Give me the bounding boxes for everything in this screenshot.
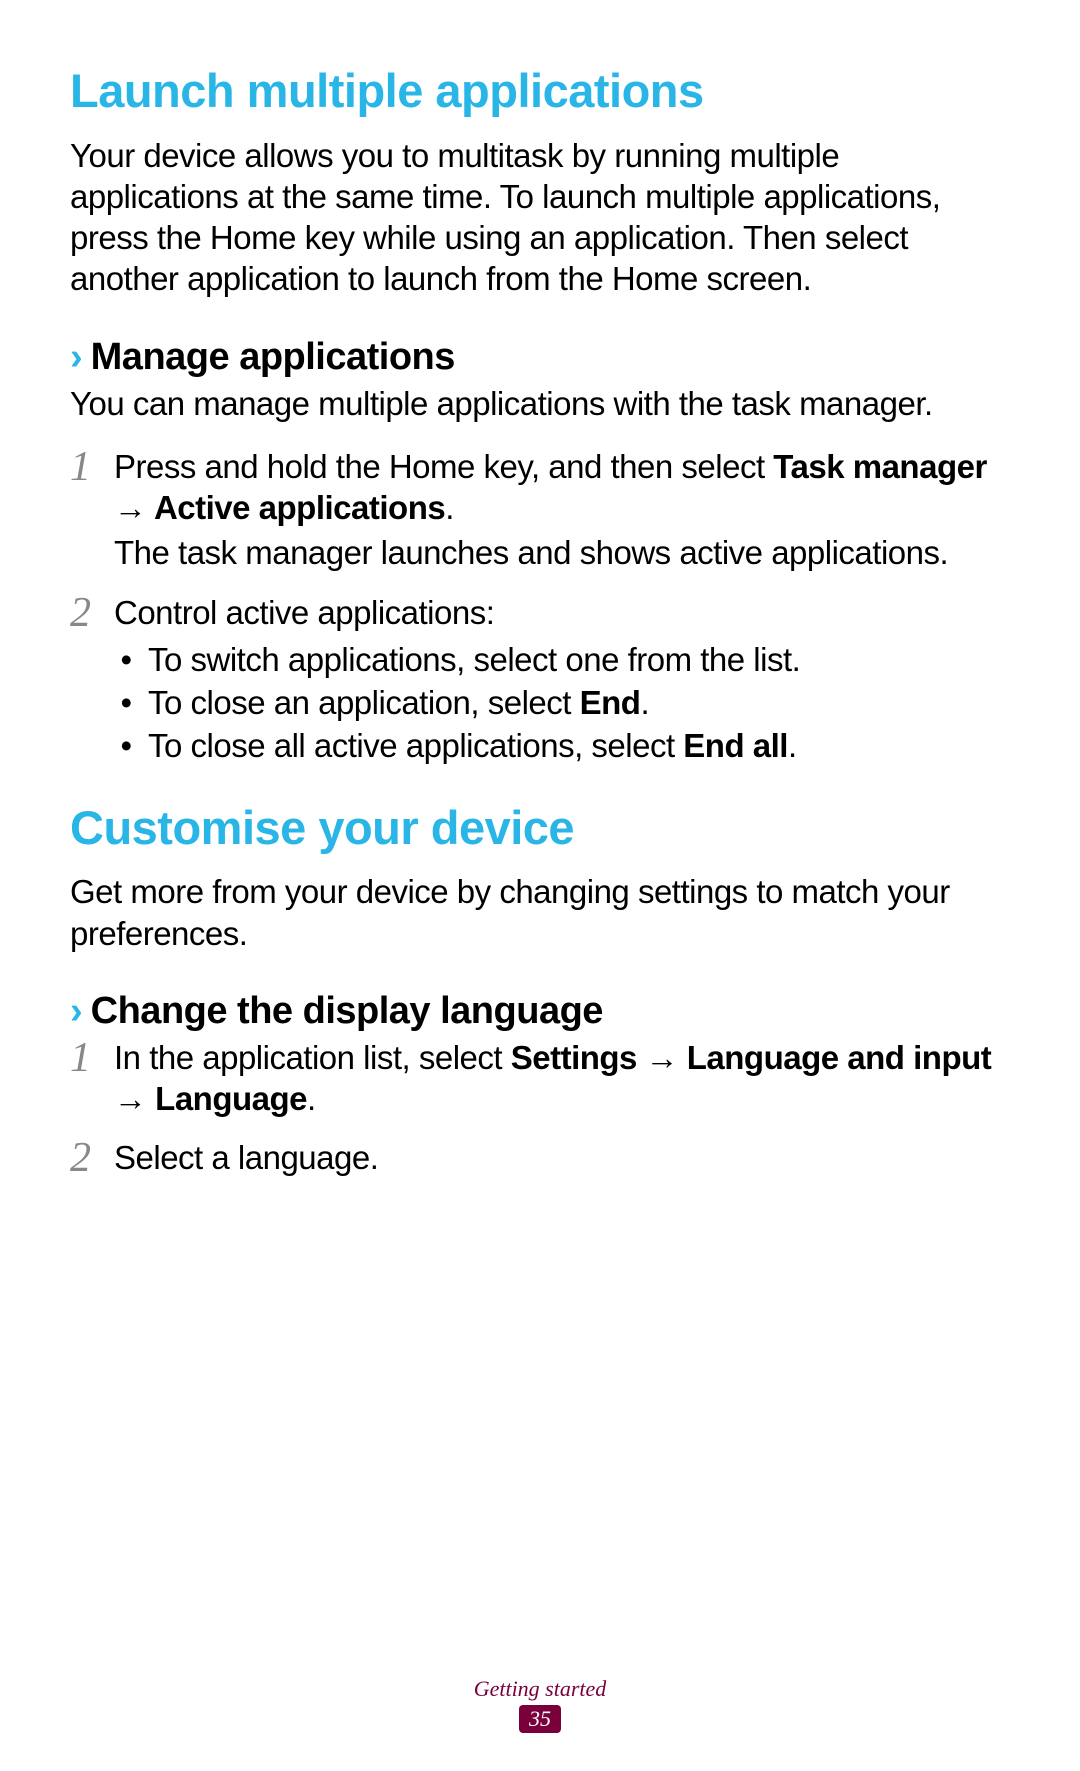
bullet-item: • To close all active applications, sele… <box>114 725 1010 768</box>
step-2: 2 Select a language. <box>70 1137 1010 1179</box>
step-body: Press and hold the Home key, and then se… <box>114 446 1010 574</box>
period: . <box>445 489 454 526</box>
step-number: 2 <box>70 592 100 768</box>
page-number-badge: 35 <box>519 1705 561 1733</box>
heading-customise-device: Customise your device <box>70 802 1010 854</box>
subheading-title: Change the display language <box>91 990 603 1033</box>
heading-launch-multiple: Launch multiple applications <box>70 65 1010 117</box>
step-body: Select a language. <box>114 1137 1010 1179</box>
step-body: Control active applications: • To switch… <box>114 592 1010 768</box>
step-text: Press and hold the Home key, and then se… <box>114 448 773 485</box>
arrow-icon: → <box>114 1080 155 1117</box>
bold-end: End <box>580 684 641 721</box>
bullet-text: To close an application, select End. <box>148 682 649 725</box>
intro-launch-multiple: Your device allows you to multitask by r… <box>70 135 1010 300</box>
subheading-manage-apps: › Manage applications <box>70 336 1010 379</box>
arrow-icon: → <box>637 1039 687 1076</box>
period: . <box>307 1080 316 1117</box>
bullet-text: To close all active applications, select… <box>148 725 797 768</box>
chevron-right-icon: › <box>70 338 83 376</box>
subheading-title: Manage applications <box>91 336 455 379</box>
bold-active-applications: Active applications <box>154 489 445 526</box>
bullet-text: To switch applications, select one from … <box>148 639 800 682</box>
bullet-item: • To close an application, select End. <box>114 682 1010 725</box>
step-2: 2 Control active applications: • To swit… <box>70 592 1010 768</box>
intro-customise-device: Get more from your device by changing se… <box>70 871 1010 954</box>
bold-language-and-input: Language and input <box>687 1039 991 1076</box>
bullet-icon: • <box>114 725 138 768</box>
step-text: Select a language. <box>114 1139 378 1176</box>
step-follow-text: The task manager launches and shows acti… <box>114 532 1010 573</box>
footer-section-label: Getting started <box>0 1676 1080 1702</box>
sub-intro-manage-apps: You can manage multiple applications wit… <box>70 383 1010 424</box>
bullet-list: • To switch applications, select one fro… <box>114 639 1010 768</box>
step-1: 1 In the application list, select Settin… <box>70 1037 1010 1120</box>
bullet-icon: • <box>114 682 138 725</box>
step-text: In the application list, select <box>114 1039 511 1076</box>
step-1: 1 Press and hold the Home key, and then … <box>70 446 1010 574</box>
page-footer: Getting started 35 <box>0 1676 1080 1733</box>
step-number: 1 <box>70 1037 100 1120</box>
bullet-item: • To switch applications, select one fro… <box>114 639 1010 682</box>
step-body: In the application list, select Settings… <box>114 1037 1010 1120</box>
step-text: Control active applications: <box>114 594 494 631</box>
bullet-icon: • <box>114 639 138 682</box>
bold-settings: Settings <box>511 1039 637 1076</box>
subheading-change-language: › Change the display language <box>70 990 1010 1033</box>
document-page: Launch multiple applications Your device… <box>0 0 1080 1179</box>
chevron-right-icon: › <box>70 992 83 1030</box>
step-number: 1 <box>70 446 100 574</box>
bold-task-manager: Task manager <box>773 448 987 485</box>
arrow-icon: → <box>114 489 154 526</box>
bold-end-all: End all <box>683 727 788 764</box>
section-customise: Customise your device Get more from your… <box>70 802 1010 1180</box>
bold-language: Language <box>155 1080 307 1117</box>
step-number: 2 <box>70 1137 100 1179</box>
